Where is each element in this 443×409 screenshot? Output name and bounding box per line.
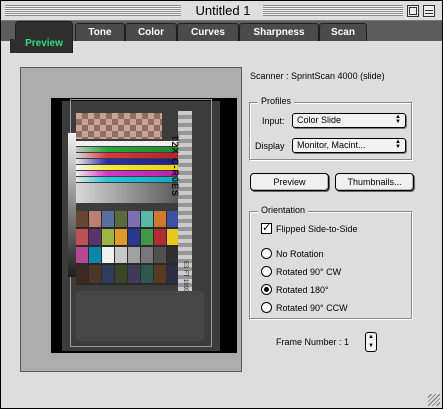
tab-tone[interactable]: Tone (75, 23, 125, 41)
stepper-up-icon[interactable]: ▲ (366, 333, 376, 342)
zoom-box-icon[interactable] (407, 5, 419, 17)
skin-tone-patches (76, 113, 162, 139)
scan-window: Untitled 1 Preview Tone Color Curves Sha… (0, 0, 443, 409)
popup-arrows-icon: ▲ ▼ (395, 139, 401, 150)
input-profile-select[interactable]: Color Slide ▲ ▼ (292, 113, 406, 128)
windowshade-box-icon[interactable] (423, 5, 435, 17)
flipped-checkbox[interactable]: ✓ (261, 222, 272, 234)
tab-color[interactable]: Color (125, 23, 177, 41)
radio-label-no-rotation[interactable]: No Rotation (276, 249, 324, 259)
flipped-label[interactable]: Flipped Side-to-Side (276, 224, 358, 234)
tab-bar: Preview Tone Color Curves Sharpness Scan (1, 21, 442, 53)
color-strip (76, 177, 178, 182)
display-profile-select[interactable]: Monitor, Macint... ▲ ▼ (292, 138, 406, 153)
preview-panel[interactable]: T2X C-R0ES E3 FT 1993 Kodak (20, 67, 242, 372)
gray-gradient (68, 133, 76, 277)
check-mark-icon: ✓ (262, 222, 272, 234)
input-profile-value: Color Slide (297, 115, 342, 125)
color-strip (76, 141, 178, 146)
frame-number-stepper[interactable]: ▲ ▼ (365, 332, 377, 352)
title-bar[interactable]: Untitled 1 (1, 1, 442, 21)
tab-curves[interactable]: Curves (177, 23, 239, 41)
frame-number-label: Frame Number : 1 (276, 337, 349, 347)
radio-rotated-90-cw[interactable] (261, 266, 272, 277)
stepper-down-icon[interactable]: ▼ (366, 342, 376, 351)
display-label: Display (255, 141, 285, 151)
target-side-text: T2X C-R0ES (170, 135, 180, 198)
radio-rotated-90-ccw[interactable] (261, 302, 272, 313)
color-strip (76, 159, 178, 164)
profiles-title: Profiles (258, 96, 295, 106)
neutral-strip (76, 183, 178, 203)
color-patch-grid (76, 211, 178, 285)
preview-button[interactable]: Preview (250, 173, 329, 191)
window-title: Untitled 1 (195, 3, 251, 18)
radio-label-rotated-180[interactable]: Rotated 180° (276, 285, 329, 295)
frame-number-caption: Frame Number : (276, 337, 342, 347)
frame-number-value: 1 (344, 337, 350, 347)
tab-sharpness[interactable]: Sharpness (239, 23, 319, 41)
thumbnails-button[interactable]: Thumbnails... (335, 173, 414, 191)
popup-arrows-icon: ▲ ▼ (395, 114, 401, 125)
tab-scan[interactable]: Scan (319, 23, 367, 41)
title-stripes-right (263, 5, 403, 16)
radio-rotated-180[interactable] (261, 284, 272, 295)
resize-grip-icon[interactable] (428, 394, 440, 406)
color-strip (76, 165, 178, 170)
radio-no-rotation[interactable] (261, 248, 272, 259)
color-strip (76, 171, 178, 176)
film-leader (76, 291, 204, 341)
radio-label-rotated-90-cw[interactable]: Rotated 90° CW (276, 267, 341, 277)
radio-label-rotated-90-ccw[interactable]: Rotated 90° CCW (276, 303, 348, 313)
scanner-label: Scanner : SprintScan 4000 (slide) (250, 71, 385, 81)
input-label: Input: (262, 116, 285, 126)
profiles-group: Profiles Input: Color Slide ▲ ▼ Display M… (249, 96, 413, 161)
display-profile-value: Monitor, Macint... (297, 140, 366, 150)
color-strip (76, 147, 178, 152)
orientation-group: Orientation ✓ Flipped Side-to-Side No Ro… (249, 205, 413, 320)
film-slide: T2X C-R0ES E3 FT 1993 Kodak (62, 99, 220, 351)
title-stripes-left (5, 5, 181, 16)
scan-preview-image[interactable]: T2X C-R0ES E3 FT 1993 Kodak (51, 98, 237, 353)
color-patch-svg (76, 211, 178, 285)
orientation-title: Orientation (258, 205, 309, 215)
color-strip (76, 153, 178, 158)
tab-preview[interactable]: Preview (10, 21, 73, 53)
